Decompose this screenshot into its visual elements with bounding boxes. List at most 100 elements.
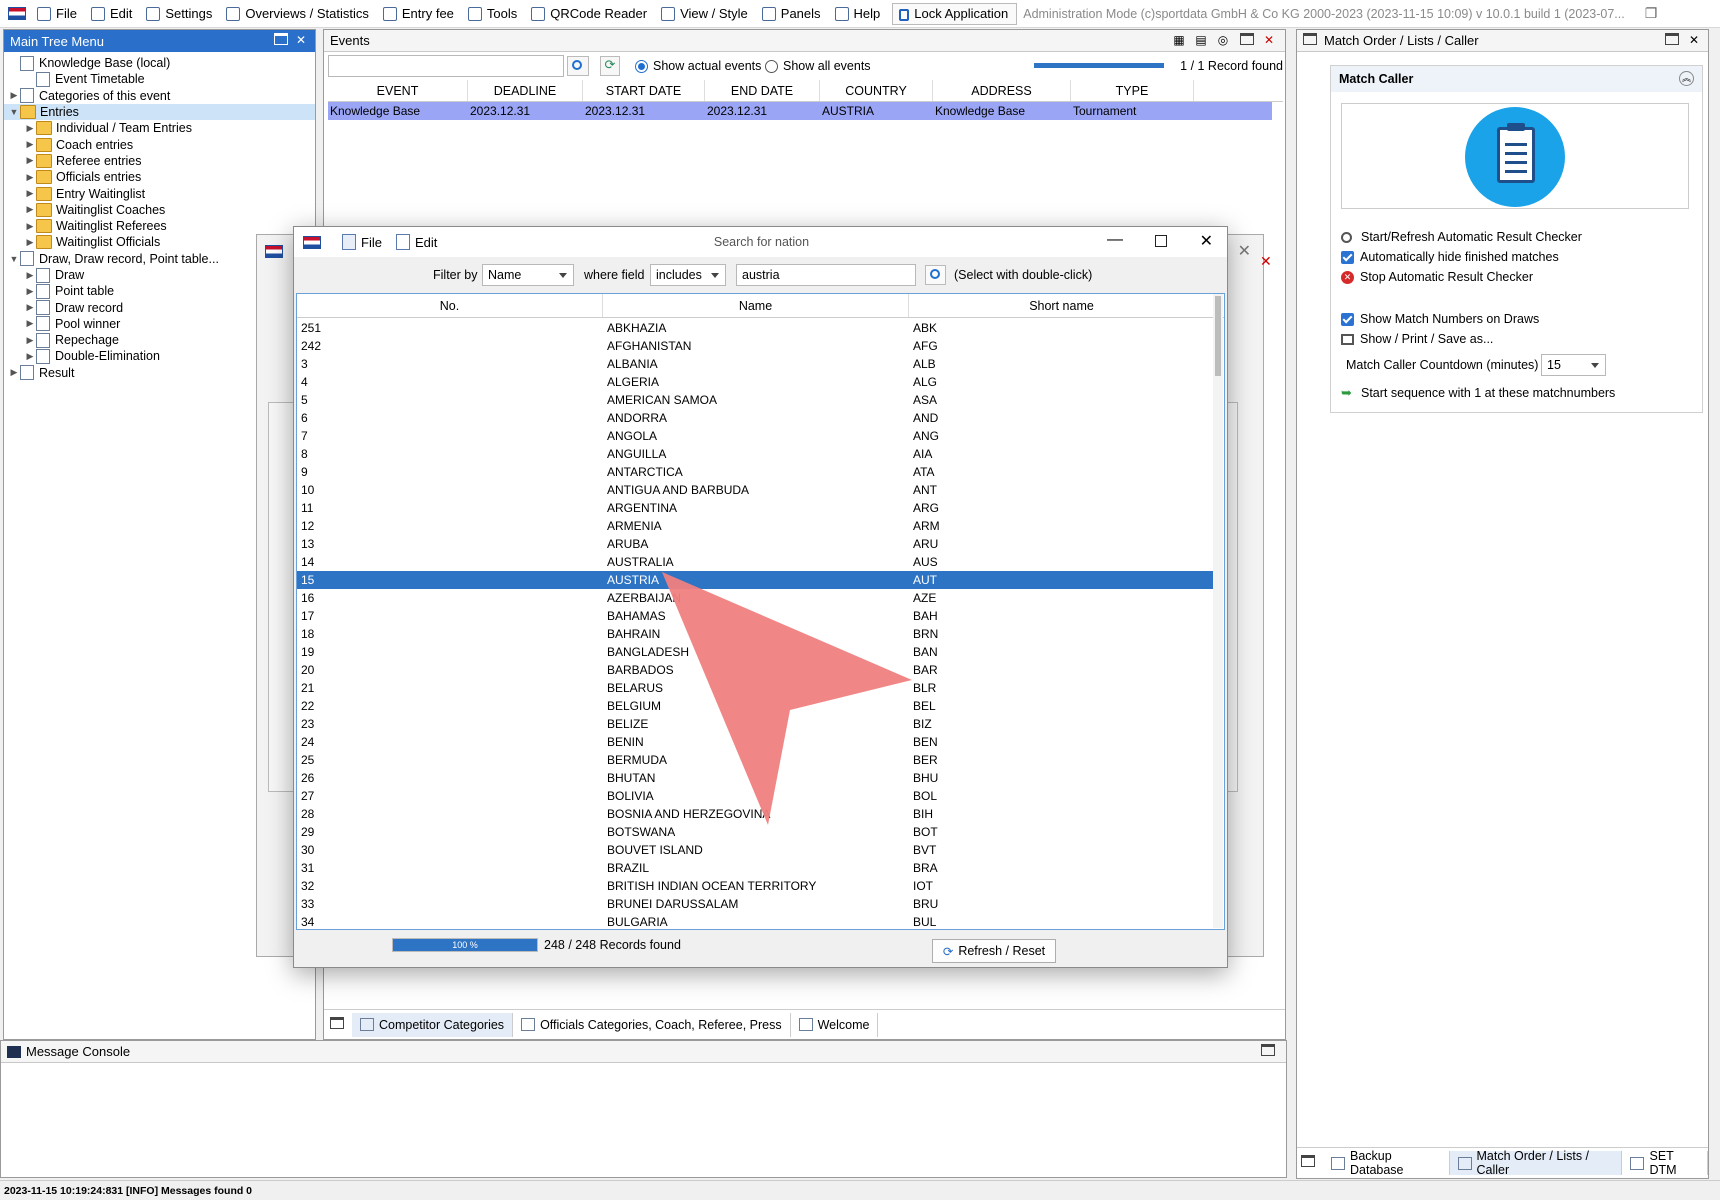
column-header[interactable]: EVENT <box>328 80 468 101</box>
list-item[interactable]: 9 ANTARCTICA ATA <box>297 463 1215 481</box>
column-header[interactable]: ADDRESS <box>933 80 1071 101</box>
right-scrollbar[interactable] <box>1709 29 1720 1179</box>
search-icon[interactable] <box>925 265 946 285</box>
tree-item[interactable]: ▶ Entry Waitinglist <box>4 185 315 201</box>
menu-help[interactable]: Help <box>829 0 889 27</box>
list-item[interactable]: 10 ANTIGUA AND BARBUDA ANT <box>297 481 1215 499</box>
close-background-window-icon[interactable]: ✕ <box>1238 241 1251 261</box>
nation-search-input[interactable]: austria <box>736 264 916 286</box>
where-field-select[interactable]: includes <box>650 264 726 286</box>
close-events-icon[interactable]: ✕ <box>1261 33 1277 49</box>
tree-item[interactable]: Event Timetable <box>4 71 315 87</box>
chevron-right-icon[interactable]: ▶ <box>24 270 36 281</box>
column-header[interactable]: DEADLINE <box>468 80 583 101</box>
maximize-right-icon[interactable] <box>1664 33 1680 49</box>
chevron-right-icon[interactable]: ▶ <box>24 139 36 150</box>
show-print-button[interactable]: Show / Print / Save as... <box>1341 331 1582 347</box>
list-item[interactable]: 34 BULGARIA BUL <box>297 913 1215 929</box>
export-icon[interactable]: ▦ <box>1171 33 1187 49</box>
close-right-icon[interactable]: ✕ <box>1686 33 1702 49</box>
panel-toggle-icon[interactable] <box>330 1016 346 1033</box>
tree-item[interactable]: ▶ Referee entries <box>4 153 315 169</box>
table-row[interactable]: Knowledge Base 2023.12.31 2023.12.31 2023.1… <box>328 102 1272 120</box>
close-tree-icon[interactable]: ✕ <box>293 33 309 49</box>
list-item[interactable]: 4 ALGERIA ALG <box>297 373 1215 391</box>
column-header[interactable]: TYPE <box>1071 80 1194 101</box>
list-item[interactable]: 30 BOUVET ISLAND BVT <box>297 841 1215 859</box>
folder-icon[interactable]: ▤ <box>1193 33 1209 49</box>
chevron-right-icon[interactable]: ▶ <box>24 221 36 232</box>
list-item[interactable]: 6 ANDORRA AND <box>297 409 1215 427</box>
chevron-right-icon[interactable]: ▶ <box>24 318 36 329</box>
chevron-down-icon[interactable]: ▼ <box>8 107 20 117</box>
panel-toggle-icon[interactable] <box>1301 1155 1317 1171</box>
tree-item[interactable]: ▶ Officials entries <box>4 169 315 185</box>
lock-application-button[interactable]: Lock Application <box>892 2 1018 25</box>
column-header[interactable]: Name <box>603 294 909 317</box>
maximize-dialog-icon[interactable] <box>1155 235 1167 247</box>
list-item[interactable]: 33 BRUNEI DARUSSALAM BRU <box>297 895 1215 913</box>
chevron-right-icon[interactable]: ▶ <box>24 286 36 297</box>
list-item[interactable]: 13 ARUBA ARU <box>297 535 1215 553</box>
show-actual-radio[interactable]: Show actual events <box>635 59 761 73</box>
filter-by-select[interactable]: Name <box>482 264 574 286</box>
stop-result-checker-button[interactable]: ✕ Stop Automatic Result Checker <box>1341 269 1582 285</box>
menu-edit[interactable]: Edit <box>85 0 140 27</box>
tab-2[interactable]: Welcome <box>791 1012 879 1037</box>
start-result-checker-button[interactable]: Start/Refresh Automatic Result Checker <box>1341 229 1582 245</box>
refresh-reset-button[interactable]: ⟳ Refresh / Reset <box>932 939 1056 963</box>
menu-settings[interactable]: Settings <box>140 0 220 27</box>
background-close-icon[interactable]: ✕ <box>1260 253 1286 313</box>
tree-item[interactable]: ▶ Waitinglist Referees <box>4 218 315 234</box>
chevron-right-icon[interactable]: ▶ <box>24 172 36 183</box>
list-item[interactable]: 31 BRAZIL BRA <box>297 859 1215 877</box>
tab-1[interactable]: Officials Categories, Coach, Referee, Pr… <box>513 1012 791 1037</box>
countdown-select[interactable]: 15 <box>1541 354 1606 376</box>
menu-qrcode-reader[interactable]: QRCode Reader <box>525 0 655 27</box>
chevron-right-icon[interactable]: ▶ <box>24 204 36 215</box>
restore-window-icon[interactable]: ❐ <box>1645 5 1658 22</box>
chevron-right-icon[interactable]: ▶ <box>24 123 36 134</box>
list-item[interactable]: 12 ARMENIA ARM <box>297 517 1215 535</box>
list-item[interactable]: 11 ARGENTINA ARG <box>297 499 1215 517</box>
menu-view-style[interactable]: View / Style <box>655 0 756 27</box>
column-header[interactable]: Short name <box>909 294 1215 317</box>
chevron-right-icon[interactable]: ▶ <box>8 90 20 101</box>
column-header[interactable]: START DATE <box>583 80 705 101</box>
chevron-right-icon[interactable]: ▶ <box>24 155 36 166</box>
tree-item[interactable]: ▶ Waitinglist Coaches <box>4 202 315 218</box>
tab-0[interactable]: Competitor Categories <box>352 1012 514 1037</box>
minimize-dialog-icon[interactable]: — <box>1107 231 1123 249</box>
nation-list-scrollbar[interactable] <box>1213 294 1223 928</box>
list-item[interactable]: 14 AUSTRALIA AUS <box>297 553 1215 571</box>
column-header[interactable]: COUNTRY <box>820 80 933 101</box>
list-item[interactable]: 8 ANGUILLA AIA <box>297 445 1215 463</box>
menu-tools[interactable]: Tools <box>462 0 525 27</box>
list-item[interactable]: 5 AMERICAN SAMOA ASA <box>297 391 1215 409</box>
chevron-right-icon[interactable]: ▶ <box>24 188 36 199</box>
refresh-icon[interactable]: ◎ <box>1215 33 1231 49</box>
list-item[interactable]: 242 AFGHANISTAN AFG <box>297 337 1215 355</box>
menu-overviews-statistics[interactable]: Overviews / Statistics <box>220 0 377 27</box>
list-item[interactable]: 3 ALBANIA ALB <box>297 355 1215 373</box>
show-match-numbers-checkbox[interactable]: Show Match Numbers on Draws <box>1341 311 1582 327</box>
list-item[interactable]: 7 ANGOLA ANG <box>297 427 1215 445</box>
maximize-console-icon[interactable] <box>1260 1044 1276 1060</box>
menu-entry-fee[interactable]: Entry fee <box>377 0 462 27</box>
right-tab-1[interactable]: Match Order / Lists / Caller <box>1449 1149 1623 1177</box>
tree-item[interactable]: Knowledge Base (local) <box>4 55 315 71</box>
dialog-edit-menu[interactable]: Edit <box>390 228 445 256</box>
tree-item[interactable]: ▶ Coach entries <box>4 136 315 152</box>
tree-item[interactable]: ▶ Individual / Team Entries <box>4 120 315 136</box>
maximize-events-icon[interactable] <box>1239 33 1255 49</box>
start-sequence-button[interactable]: ➥ Start sequence with 1 at these matchnum… <box>1341 385 1615 401</box>
chevron-right-icon[interactable]: ▶ <box>24 237 36 248</box>
dialog-file-menu[interactable]: File <box>336 228 390 256</box>
column-header[interactable]: END DATE <box>705 80 820 101</box>
menu-file[interactable]: File <box>31 0 85 27</box>
list-item[interactable]: 32 BRITISH INDIAN OCEAN TERRITORY IOT <box>297 877 1215 895</box>
right-tab-0[interactable]: Backup Database <box>1323 1149 1450 1177</box>
chevron-right-icon[interactable]: ▶ <box>8 367 20 378</box>
chevron-right-icon[interactable]: ▶ <box>24 335 36 346</box>
list-item[interactable]: 251 ABKHAZIA ABK <box>297 319 1215 337</box>
